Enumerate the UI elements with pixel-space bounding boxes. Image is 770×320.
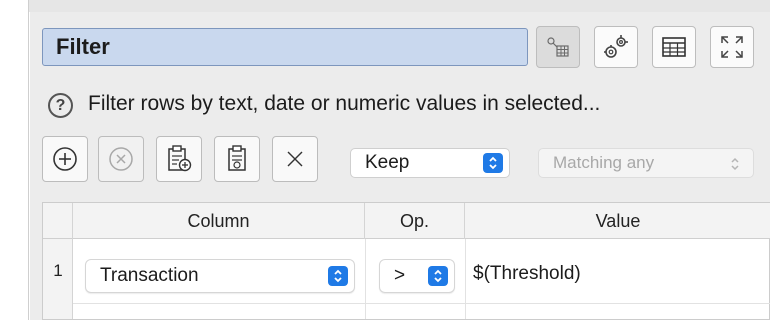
node-icon-button[interactable]: [536, 26, 580, 68]
row-number: 1: [53, 261, 63, 280]
select-stepper-icon: [428, 266, 448, 286]
column-header[interactable]: Column: [73, 203, 365, 239]
match-select[interactable]: Matching any: [538, 148, 754, 178]
plus-circle-icon: [53, 147, 77, 171]
add-row-button[interactable]: [42, 136, 88, 182]
left-border: [28, 0, 29, 320]
table-header-row: Column Op. Value: [43, 203, 770, 239]
clipboard-add-icon: [168, 145, 192, 172]
op-header[interactable]: Op.: [365, 203, 465, 239]
column-select-value: Transaction: [100, 265, 199, 286]
clipboard-icon: [228, 145, 246, 171]
left-margin: [0, 0, 28, 320]
mode-select[interactable]: Keep: [350, 148, 510, 178]
expand-button[interactable]: [710, 26, 754, 68]
column-divider: [465, 239, 466, 319]
expand-arrows-icon: [721, 36, 743, 58]
select-stepper-icon: [328, 266, 348, 286]
node-title-text: Filter: [56, 34, 110, 59]
column-divider: [365, 239, 366, 319]
top-strip: [29, 0, 770, 12]
row-number-header: [43, 203, 73, 239]
mode-select-value: Keep: [365, 152, 410, 173]
settings-button[interactable]: [594, 26, 638, 68]
value-header[interactable]: Value: [465, 203, 770, 239]
select-stepper-icon: [483, 153, 503, 173]
remove-row-button[interactable]: [98, 136, 144, 182]
op-select-value: >: [394, 265, 406, 286]
node-table-icon: [547, 37, 569, 57]
paste-add-button[interactable]: [156, 136, 202, 182]
help-icon[interactable]: ?: [48, 93, 73, 118]
gears-icon: [604, 35, 628, 58]
match-select-value: Matching any: [553, 153, 655, 172]
table-view-button[interactable]: [652, 26, 696, 68]
x-icon: [287, 151, 303, 167]
paste-button[interactable]: [214, 136, 260, 182]
clear-button[interactable]: [272, 136, 318, 182]
filter-panel: Filter ? Filter rows by text, date or nu…: [30, 12, 770, 320]
x-circle-icon: [109, 147, 133, 171]
op-select[interactable]: >: [379, 259, 455, 293]
description-text: Filter rows by text, date or numeric val…: [88, 92, 601, 115]
column-select[interactable]: Transaction: [85, 259, 355, 293]
filter-table: Column Op. Value 1 Transaction > $(Thres…: [42, 202, 770, 320]
row-divider: [73, 303, 770, 304]
node-title-field[interactable]: Filter: [42, 28, 528, 66]
chevron-updown-icon: [731, 157, 739, 171]
value-cell[interactable]: $(Threshold): [473, 263, 581, 285]
table-icon: [662, 37, 686, 57]
